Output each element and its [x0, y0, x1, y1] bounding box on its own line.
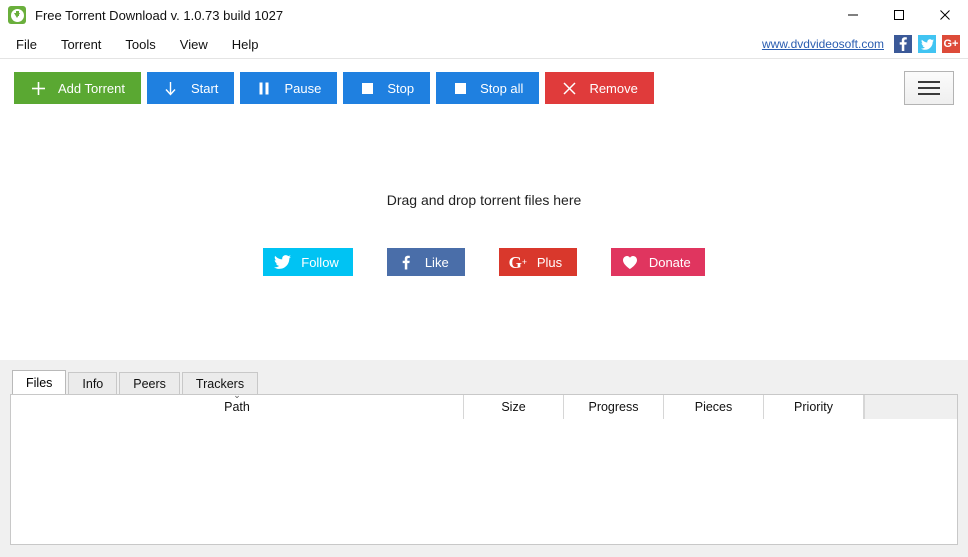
- remove-button[interactable]: Remove: [545, 72, 654, 104]
- heart-icon: [621, 253, 639, 271]
- menu-item-view[interactable]: View: [168, 33, 220, 56]
- stop-all-square-icon: [452, 80, 468, 96]
- twitter-icon: [273, 253, 291, 271]
- menu-items: File Torrent Tools View Help: [0, 33, 270, 56]
- hamburger-icon-line: [918, 81, 940, 83]
- window-controls: [830, 0, 968, 30]
- googleplus-icon[interactable]: G+: [942, 35, 960, 53]
- plus-button[interactable]: G + Plus: [498, 248, 577, 276]
- stop-button[interactable]: Stop: [343, 72, 431, 104]
- maximize-button[interactable]: [876, 0, 922, 30]
- add-torrent-label: Add Torrent: [58, 80, 125, 96]
- add-torrent-button[interactable]: Add Torrent: [14, 72, 141, 104]
- details-tabs: Files Info Peers Trackers: [10, 370, 958, 394]
- close-x-icon: [561, 80, 577, 96]
- follow-label: Follow: [301, 254, 339, 270]
- like-label: Like: [424, 254, 449, 270]
- drop-hint-text: Drag and drop torrent files here: [386, 192, 582, 208]
- column-header-size[interactable]: Size: [464, 394, 564, 419]
- column-header-path[interactable]: ⌄ Path: [11, 390, 464, 419]
- files-table-body[interactable]: [11, 419, 957, 544]
- column-header-filler: [864, 394, 957, 419]
- facebook-glyph: [899, 37, 907, 51]
- tab-info[interactable]: Info: [68, 372, 118, 394]
- close-button[interactable]: [922, 0, 968, 30]
- close-icon: [940, 10, 950, 20]
- hamburger-icon-line: [918, 93, 940, 95]
- twitter-glyph: [920, 38, 934, 50]
- facebook-icon[interactable]: [894, 35, 912, 53]
- plus-icon: [30, 80, 46, 96]
- tab-peers[interactable]: Peers: [119, 372, 180, 394]
- details-panel: Files Info Peers Trackers ⌄ Path Size Pr…: [0, 360, 968, 557]
- stop-square-icon: [359, 80, 375, 96]
- tab-trackers[interactable]: Trackers: [181, 372, 259, 394]
- column-header-progress[interactable]: Progress: [564, 394, 664, 419]
- follow-button[interactable]: Follow: [263, 248, 353, 276]
- like-button[interactable]: Like: [386, 248, 465, 276]
- maximize-icon: [894, 10, 904, 20]
- hamburger-icon-line: [918, 87, 940, 89]
- minimize-button[interactable]: [830, 0, 876, 30]
- window-title: Free Torrent Download v. 1.0.73 build 10…: [35, 7, 284, 23]
- column-header-priority[interactable]: Priority: [764, 394, 864, 419]
- stop-all-label: Stop all: [480, 80, 524, 96]
- website-link[interactable]: www.dvdvideosoft.com: [762, 37, 884, 51]
- googleplus-icon: G +: [508, 252, 528, 272]
- stop-label: Stop: [387, 80, 415, 96]
- start-label: Start: [190, 80, 219, 96]
- facebook-icon: [397, 253, 415, 271]
- files-table-header: ⌄ Path Size Progress Pieces Priority: [11, 390, 957, 419]
- twitter-icon[interactable]: [918, 35, 936, 53]
- stop-all-button[interactable]: Stop all: [436, 72, 540, 104]
- column-header-pieces-label: Pieces: [694, 399, 733, 414]
- toolbar: Add Torrent Start Pause Stop Stop all Re…: [0, 59, 968, 117]
- torrent-drop-area[interactable]: Drag and drop torrent files here Follow …: [0, 117, 968, 360]
- menu-bar: File Torrent Tools View Help www.dvdvide…: [0, 30, 968, 59]
- files-tab-panel: ⌄ Path Size Progress Pieces Priority: [10, 390, 958, 545]
- menu-item-tools[interactable]: Tools: [113, 33, 167, 56]
- plus-label: Plus: [536, 254, 563, 270]
- pause-label: Pause: [284, 80, 322, 96]
- column-header-priority-label: Priority: [794, 399, 833, 414]
- menu-item-torrent[interactable]: Torrent: [49, 33, 113, 56]
- column-header-size-label: Size: [501, 399, 526, 414]
- donate-label: Donate: [648, 254, 691, 270]
- pause-button[interactable]: Pause: [240, 72, 338, 104]
- column-header-pieces[interactable]: Pieces: [664, 394, 764, 419]
- donate-button[interactable]: Donate: [610, 248, 705, 276]
- title-bar: Free Torrent Download v. 1.0.73 build 10…: [0, 0, 968, 30]
- menu-button[interactable]: [904, 71, 954, 105]
- start-button[interactable]: Start: [146, 72, 235, 104]
- tab-files[interactable]: Files: [12, 370, 67, 394]
- column-header-path-label: Path: [224, 399, 250, 414]
- social-button-group: Follow Like G + Plus Donate: [263, 248, 705, 276]
- app-icon: [8, 6, 26, 24]
- menu-item-file[interactable]: File: [4, 33, 49, 56]
- menu-item-help[interactable]: Help: [220, 33, 271, 56]
- download-arrow-icon: [10, 8, 24, 22]
- brand-links: www.dvdvideosoft.com G+: [762, 30, 960, 58]
- arrow-down-icon: [163, 80, 179, 96]
- remove-label: Remove: [589, 80, 638, 96]
- application-window: Free Torrent Download v. 1.0.73 build 10…: [0, 0, 968, 557]
- column-header-progress-label: Progress: [588, 399, 639, 414]
- pause-icon: [256, 80, 272, 96]
- minimize-icon: [848, 14, 858, 16]
